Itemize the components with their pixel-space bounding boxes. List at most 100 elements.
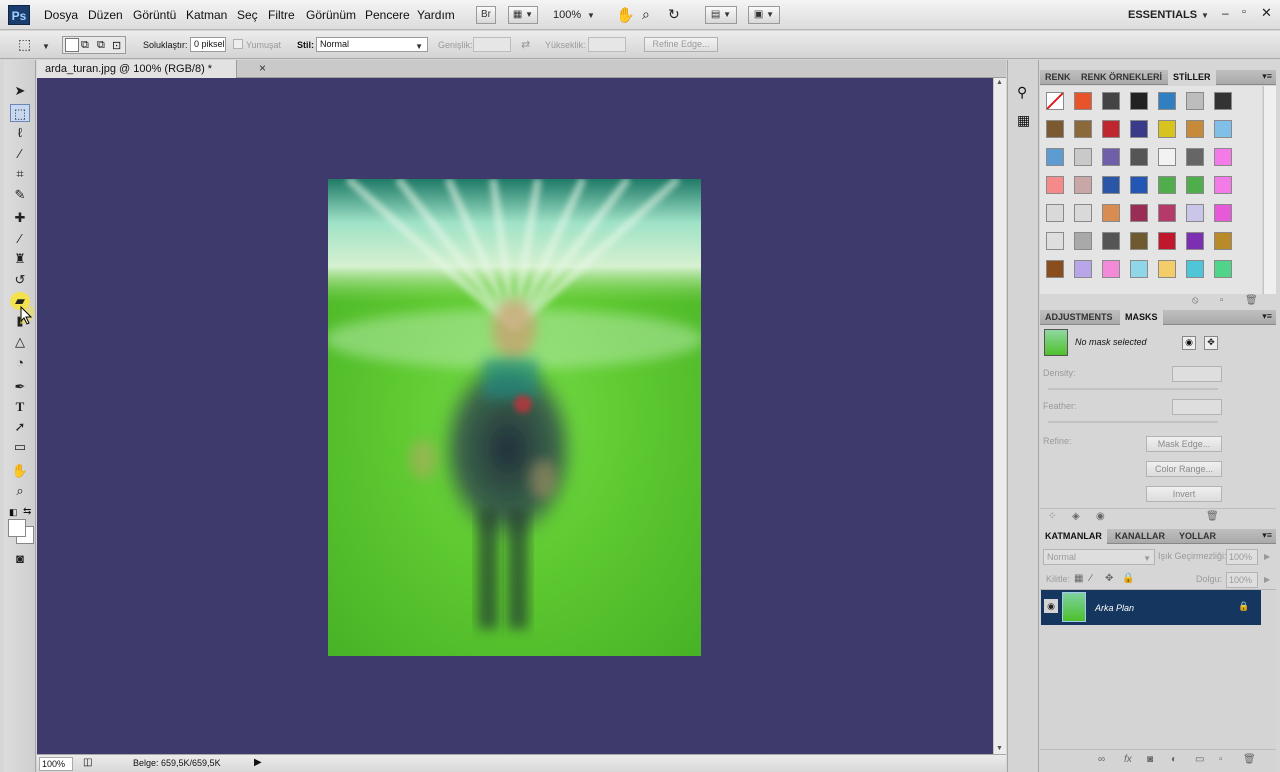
style-swatch[interactable] [1130, 176, 1148, 194]
style-swatch[interactable] [1102, 204, 1120, 222]
style-swatch[interactable] [1074, 232, 1092, 250]
style-swatch[interactable] [1214, 176, 1232, 194]
clone-stamp-tool-icon[interactable]: ♜ [10, 250, 30, 268]
menu-layer[interactable]: Katman [186, 8, 227, 22]
style-swatch[interactable] [1074, 148, 1092, 166]
lock-pixels-icon[interactable]: ∕ [1090, 573, 1092, 584]
feather-input[interactable] [1172, 399, 1222, 415]
zoom-level[interactable]: 100% [553, 9, 581, 21]
chevron-right-icon[interactable]: ▶ [1264, 575, 1270, 584]
visibility-eye-icon[interactable]: ◉ [1096, 511, 1105, 522]
height-input[interactable] [588, 37, 626, 52]
vertical-scrollbar[interactable]: ▲ ▼ [993, 78, 1006, 754]
tab-paths[interactable]: YOLLAR [1174, 529, 1221, 544]
workspace-switcher[interactable]: ESSENTIALS [1128, 9, 1197, 21]
blend-mode-select[interactable]: Normal ▼ [1043, 549, 1155, 565]
style-swatch[interactable] [1046, 120, 1064, 138]
tab-masks[interactable]: MASKS [1120, 310, 1163, 325]
refine-edge-button[interactable]: Refine Edge... [644, 37, 718, 52]
antialias-checkbox[interactable] [233, 39, 243, 49]
style-swatch[interactable] [1046, 148, 1064, 166]
tab-adjustments[interactable]: ADJUSTMENTS [1040, 310, 1118, 325]
new-style-icon[interactable]: ▫ [1220, 295, 1224, 306]
style-swatch[interactable] [1046, 176, 1064, 194]
new-selection-icon[interactable] [65, 38, 79, 52]
style-swatch[interactable] [1046, 92, 1064, 110]
menu-help[interactable]: Yardım [417, 8, 455, 22]
hand-tool-icon[interactable]: ✋ [10, 462, 30, 480]
invert-button[interactable]: Invert [1146, 486, 1222, 502]
lock-position-icon[interactable]: ✥ [1105, 573, 1113, 584]
tab-swatches[interactable]: RENK ÖRNEKLERİ [1076, 70, 1167, 85]
tab-layers[interactable]: KATMANLAR [1040, 529, 1107, 544]
trash-icon[interactable]: 🗑 [1245, 295, 1258, 306]
adjustment-layer-icon[interactable]: ◐ [1171, 754, 1177, 765]
blur-tool-icon[interactable]: △ [10, 333, 30, 351]
style-swatch[interactable] [1102, 232, 1120, 250]
type-tool-icon[interactable]: T [10, 398, 30, 416]
arrange-documents-button[interactable]: ▤ ▼ [705, 6, 737, 24]
width-input[interactable] [473, 37, 511, 52]
style-swatch[interactable] [1074, 204, 1092, 222]
trash-icon[interactable]: 🗑 [1243, 754, 1256, 765]
panel-menu-icon[interactable]: ▾≡ [1262, 311, 1272, 322]
lasso-tool-icon[interactable]: ℓ [10, 124, 30, 142]
shape-tool-icon[interactable]: ▭ [10, 438, 30, 456]
style-swatch[interactable] [1130, 260, 1148, 278]
tab-styles[interactable]: STİLLER [1168, 70, 1216, 85]
lock-all-icon[interactable]: 🔒 [1122, 573, 1134, 584]
panel-menu-icon[interactable]: ▾≡ [1262, 530, 1272, 541]
zoom-icon[interactable]: ⌕ [642, 6, 650, 23]
swap-colors-icon[interactable]: ⇆ [23, 506, 31, 517]
default-colors-icon[interactable]: ◧ [9, 507, 18, 518]
add-vector-mask-icon[interactable]: ✥ [1204, 336, 1218, 350]
style-swatch[interactable] [1130, 204, 1148, 222]
menu-window[interactable]: Pencere [365, 8, 410, 22]
style-swatch[interactable] [1102, 176, 1120, 194]
screen-mode-button[interactable]: ▣ ▼ [748, 6, 780, 24]
marquee-tool-preset-icon[interactable]: ⬚ [18, 36, 31, 53]
style-select[interactable]: Normal ▼ [316, 37, 428, 52]
status-preview-icon[interactable]: ◫ [83, 757, 92, 768]
quick-mask-icon[interactable]: ◙ [10, 550, 30, 568]
lock-transparency-icon[interactable]: ▦ [1074, 573, 1083, 584]
hand-icon[interactable]: ✋ [616, 6, 635, 24]
tab-color[interactable]: RENK [1040, 70, 1076, 85]
style-swatch[interactable] [1130, 232, 1148, 250]
density-slider[interactable] [1048, 388, 1218, 390]
style-swatch[interactable] [1214, 120, 1232, 138]
layer-row[interactable]: ◉ Arka Plan 🔒 [1041, 590, 1261, 625]
scroll-down-icon[interactable]: ▼ [996, 745, 1003, 752]
style-swatch[interactable] [1074, 92, 1092, 110]
style-swatch[interactable] [1102, 92, 1120, 110]
style-swatch[interactable] [1186, 176, 1204, 194]
style-swatch[interactable] [1186, 148, 1204, 166]
menu-view[interactable]: Görünüm [306, 8, 356, 22]
move-tool-icon[interactable]: ➤ [10, 82, 30, 100]
rectangular-marquee-tool-icon[interactable]: ⬚ [10, 104, 30, 122]
style-swatch[interactable] [1046, 260, 1064, 278]
style-swatch[interactable] [1102, 260, 1120, 278]
new-group-icon[interactable]: ▭ [1195, 754, 1204, 765]
menu-select[interactable]: Seç [237, 8, 258, 22]
style-swatch[interactable] [1158, 260, 1176, 278]
healing-brush-tool-icon[interactable]: ✚ [10, 209, 30, 227]
load-selection-icon[interactable]: ⁘ [1048, 511, 1056, 522]
new-layer-icon[interactable]: ▫ [1219, 754, 1223, 765]
foreground-color-swatch[interactable] [8, 519, 26, 537]
style-swatch[interactable] [1102, 148, 1120, 166]
style-swatch[interactable] [1158, 92, 1176, 110]
style-swatch[interactable] [1186, 232, 1204, 250]
subtract-selection-icon[interactable]: ⧉ [97, 39, 105, 52]
style-swatch[interactable] [1130, 120, 1148, 138]
dodge-tool-icon[interactable]: ◔ [10, 354, 30, 372]
zoom-tool-icon[interactable]: ⌕ [10, 482, 30, 500]
menu-edit[interactable]: Düzen [88, 8, 123, 22]
close-icon[interactable]: × [259, 61, 266, 75]
extras-button[interactable]: ▦ ▼ [508, 6, 538, 24]
status-zoom-input[interactable]: 100% [39, 757, 73, 771]
close-icon[interactable]: ✕ [1261, 5, 1272, 21]
rotate-view-icon[interactable]: ↻ [668, 6, 680, 23]
style-swatch[interactable] [1214, 232, 1232, 250]
style-swatch[interactable] [1074, 260, 1092, 278]
